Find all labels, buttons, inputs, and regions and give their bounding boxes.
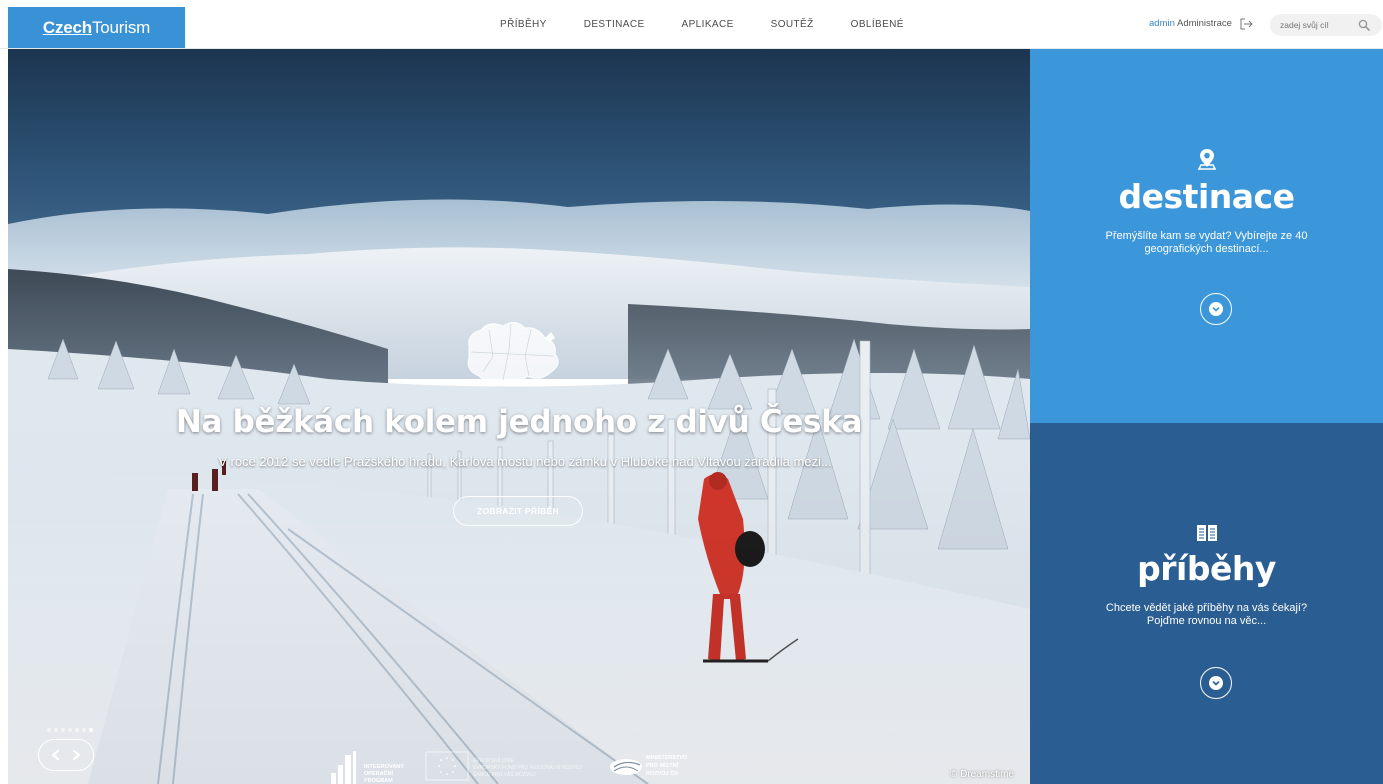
czech-map-icon [467,322,559,384]
mmr-line-3: ROZVOJ ČR [646,770,678,777]
iop-line-1: INTEGROVANÝ [364,763,404,770]
slider-control [38,739,94,771]
iop-logo-icon [331,751,356,784]
admin-link[interactable]: Administrace [1177,18,1232,29]
mmr-line-1: MINISTERSTVO [646,755,688,761]
eu-line-1: EVROPSKÁ UNIE [473,757,515,764]
slide-dot[interactable] [82,728,86,732]
chevron-down-icon [1209,676,1223,690]
photo-credit: © Dreamstime [949,769,1014,780]
search-icon[interactable] [1358,19,1370,31]
hero-subtitle: V roce 2012 se vedle Pražského hradu, Ka… [218,454,832,469]
logo-czech: Czech [42,17,92,37]
stories-panel[interactable]: příběhy Chcete vědět jaké příběhy na vás… [1030,423,1383,784]
stories-desc-line-2: Pojďme rovnou na věc... [1146,615,1267,627]
hero-slider: Na běžkách kolem jednoho z divů Česka V … [8,49,1030,784]
eu-line-3: ŠANCE PRO VÁŠ ROZVOJ [473,771,536,778]
slide-dot[interactable] [89,728,93,732]
eu-flag-icon [425,751,469,781]
destinations-title: destinace [1118,177,1295,216]
book-icon [1197,525,1217,541]
next-slide-icon[interactable] [70,749,82,761]
nav-item-pribehy[interactable]: PŘÍBĚHY [500,19,547,30]
stories-title: příběhy [1137,549,1276,588]
slide-dots [47,728,96,732]
slide-dot[interactable] [68,728,72,732]
destinations-desc-line-2: geografických destinací... [1144,243,1269,255]
stories-expand-button[interactable] [1200,667,1232,699]
mmr-logo-icon [610,759,642,775]
slide-dot[interactable] [54,728,58,732]
admin-area: admin Administrace [1149,18,1232,29]
destinations-expand-button[interactable] [1200,293,1232,325]
eu-line-2: EVROPSKÝ FOND PRO REGIONÁLNÍ ROZVOJ [473,764,583,771]
chevron-down-icon [1209,302,1223,316]
eu-funding-logos: INTEGROVANÝ OPERAČNÍ PROGRAM EVROPSKÁ UN… [331,751,688,784]
map-pin-icon [1197,149,1217,170]
slide-dot[interactable] [75,728,79,732]
czechtourism-logo[interactable]: Czech Tourism [8,7,185,48]
prev-slide-icon[interactable] [50,749,62,761]
nav-item-oblibene[interactable]: OBLÍBENÉ [851,19,904,30]
destinations-desc-line-1: Přemýšlíte kam se vydat? Vybírejte ze 40 [1105,230,1308,242]
nav-item-destinace[interactable]: DESTINACE [584,19,645,30]
show-story-button[interactable]: ZOBRAZIT PŘÍBĚH [453,496,583,526]
mmr-line-2: PRO MÍSTNÍ [646,761,679,769]
top-header: Czech Tourism PŘÍBĚHY DESTINACE APLIKACE … [0,0,1383,49]
logo-tourism: Tourism [91,17,151,37]
nav-item-soutez[interactable]: SOUTĚŽ [771,19,814,30]
nav-item-aplikace[interactable]: APLIKACE [682,19,734,30]
slide-dot[interactable] [61,728,65,732]
iop-line-2: OPERAČNÍ [364,769,394,777]
slide-dot[interactable] [47,728,51,732]
admin-username[interactable]: admin [1149,18,1175,29]
main-nav: PŘÍBĚHY DESTINACE APLIKACE SOUTĚŽ OBLÍBE… [500,0,941,48]
iop-line-3: PROGRAM [364,778,393,784]
search-input[interactable] [1280,17,1355,33]
hero-title: Na běžkách kolem jednoho z divů Česka [175,404,863,440]
stories-description: Chcete vědět jaké příběhy na vás čekají?… [1090,602,1323,628]
destinations-panel[interactable]: destinace Přemýšlíte kam se vydat? Vybír… [1030,49,1383,423]
destinations-description: Přemýšlíte kam se vydat? Vybírejte ze 40… [1090,230,1323,256]
stories-desc-line-1: Chcete vědět jaké příběhy na vás čekají? [1105,602,1308,614]
logout-icon[interactable] [1240,18,1253,30]
